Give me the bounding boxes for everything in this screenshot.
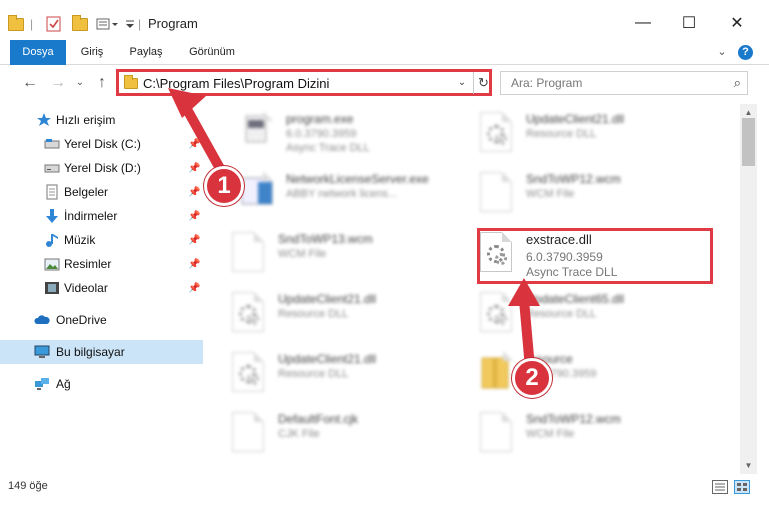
minimize-button[interactable]: — xyxy=(620,8,666,38)
file-item[interactable]: SndToWP12.wcm WCM File xyxy=(458,406,698,462)
sidebar-item-local-disk-c[interactable]: Yerel Disk (C:) 📌 xyxy=(0,132,203,156)
pin-icon[interactable]: 📌 xyxy=(188,163,200,174)
zip-folder-icon xyxy=(480,351,513,392)
item-count: 149 öğe xyxy=(8,480,48,492)
dll-file-icon xyxy=(232,292,264,332)
step-badge-2: 2 xyxy=(512,358,552,398)
file-icon xyxy=(232,412,264,452)
tab-file[interactable]: Dosya xyxy=(10,40,66,65)
cloud-icon xyxy=(34,315,50,324)
details-view-icon[interactable] xyxy=(712,480,728,494)
dll-file-icon xyxy=(232,352,264,392)
sidebar-item-quick-access[interactable]: Hızlı erişim xyxy=(0,108,203,132)
sidebar-item-downloads[interactable]: İndirmeler 📌 xyxy=(0,204,203,228)
title-bar: | | Program — ☐ ✕ xyxy=(0,0,769,40)
ribbon: Dosya Giriş Paylaş Görünüm ⌄ ? xyxy=(0,40,769,65)
star-icon xyxy=(37,113,51,126)
sidebar-item-documents[interactable]: Belgeler 📌 xyxy=(0,180,203,204)
music-icon xyxy=(46,234,58,247)
search-icon[interactable]: ⌕ xyxy=(734,75,741,91)
videos-icon xyxy=(45,282,59,294)
executable-icon xyxy=(240,111,273,152)
pin-icon[interactable]: 📌 xyxy=(188,211,200,222)
file-item[interactable]: SndToWP13.wcm WCM File xyxy=(210,226,450,282)
file-item[interactable]: UpdateClient21.dll Resource DLL xyxy=(210,286,450,342)
refresh-button[interactable]: ↻ xyxy=(473,72,493,94)
quick-access-dropdown-icon[interactable] xyxy=(124,14,136,34)
properties-icon[interactable] xyxy=(46,14,62,34)
download-icon xyxy=(46,209,58,223)
navigation-pane: Hızlı erişim Yerel Disk (C:) 📌 Yerel Dis… xyxy=(0,104,210,474)
pin-icon[interactable]: 📌 xyxy=(188,283,200,294)
folder-icon xyxy=(8,14,24,34)
tab-share[interactable]: Paylaş xyxy=(124,40,168,65)
tab-home[interactable]: Giriş xyxy=(74,40,110,65)
file-item[interactable]: NetworkLicenseServer.exe ABBY network li… xyxy=(218,166,458,222)
sidebar-item-network[interactable]: Ağ xyxy=(0,372,203,396)
help-button[interactable]: ? xyxy=(738,45,753,60)
file-item[interactable]: DefaultFont.cjk CJK File xyxy=(210,406,450,462)
recent-locations-button[interactable]: ⌄ xyxy=(70,73,90,93)
sidebar-item-this-pc[interactable]: Bu bilgisayar xyxy=(0,340,203,364)
scroll-down-button[interactable]: ▼ xyxy=(740,457,757,474)
separator: | xyxy=(30,17,34,31)
window-title: Program xyxy=(148,16,198,31)
ribbon-collapse-button[interactable]: ⌄ xyxy=(714,40,730,65)
computer-icon xyxy=(34,345,50,358)
step-badge-1: 1 xyxy=(204,166,244,206)
sidebar-item-local-disk-d[interactable]: Yerel Disk (D:) 📌 xyxy=(0,156,203,180)
folder-icon xyxy=(124,75,138,89)
drive-icon xyxy=(44,164,60,173)
search-placeholder: Ara: Program xyxy=(511,76,583,90)
sidebar-item-pictures[interactable]: Resimler 📌 xyxy=(0,252,203,276)
separator: | xyxy=(138,17,142,31)
file-icon xyxy=(480,172,512,212)
sidebar-item-onedrive[interactable]: OneDrive xyxy=(0,308,203,332)
file-icon xyxy=(232,232,264,272)
up-button[interactable]: ↑ xyxy=(92,73,112,93)
navigation-bar: ← → ⌄ ↑ C:\Program Files\Program Dizini … xyxy=(0,66,769,100)
pin-icon[interactable]: 📌 xyxy=(188,235,200,246)
pin-icon[interactable]: 📌 xyxy=(188,187,200,198)
file-item[interactable]: program.exe 6.0.3790.3959 Async Trace DL… xyxy=(218,106,458,162)
address-bar[interactable]: C:\Program Files\Program Dizini ⌄ ↻ xyxy=(116,69,492,96)
vertical-scrollbar[interactable]: ▲ ▼ xyxy=(740,104,757,474)
executable-icon xyxy=(240,171,273,212)
file-item[interactable]: UpdateClient21.dll Resource DLL xyxy=(210,346,450,402)
dll-file-icon xyxy=(480,112,512,152)
close-button[interactable]: ✕ xyxy=(714,8,760,38)
tab-view[interactable]: Görünüm xyxy=(182,40,242,65)
scroll-thumb[interactable] xyxy=(742,118,755,166)
pictures-icon xyxy=(44,258,60,271)
sidebar-item-music[interactable]: Müzik 📌 xyxy=(0,228,203,252)
pin-icon[interactable]: 📌 xyxy=(188,139,200,150)
back-button[interactable]: ← xyxy=(20,73,40,93)
pin-icon[interactable]: 📌 xyxy=(188,259,200,270)
network-icon xyxy=(35,378,49,390)
file-item[interactable]: UpdateClient65.dll Resource DLL xyxy=(458,286,698,342)
new-folder-icon[interactable] xyxy=(72,14,88,34)
address-dropdown-button[interactable]: ⌄ xyxy=(455,74,469,92)
dll-file-icon xyxy=(480,292,512,332)
file-item[interactable]: UpdateClient21.dll Resource DLL xyxy=(458,106,698,162)
customize-quick-access-icon[interactable] xyxy=(96,14,124,34)
file-item[interactable]: SndToWP12.wcm WCM File xyxy=(458,166,698,222)
file-icon xyxy=(480,412,512,452)
highlight-box xyxy=(477,228,713,284)
drive-icon xyxy=(44,139,60,149)
address-path[interactable]: C:\Program Files\Program Dizini xyxy=(143,76,329,91)
status-bar: 149 öğe xyxy=(0,474,769,511)
sidebar-item-videos[interactable]: Videolar 📌 xyxy=(0,276,203,300)
maximize-button[interactable]: ☐ xyxy=(666,8,712,38)
forward-button[interactable]: → xyxy=(48,73,68,93)
search-input[interactable]: Ara: Program ⌕ xyxy=(500,71,748,95)
file-item[interactable]: resource 6.0.3790.3959 xyxy=(458,346,698,402)
documents-icon xyxy=(46,184,58,200)
large-icons-view-icon[interactable] xyxy=(734,480,750,494)
